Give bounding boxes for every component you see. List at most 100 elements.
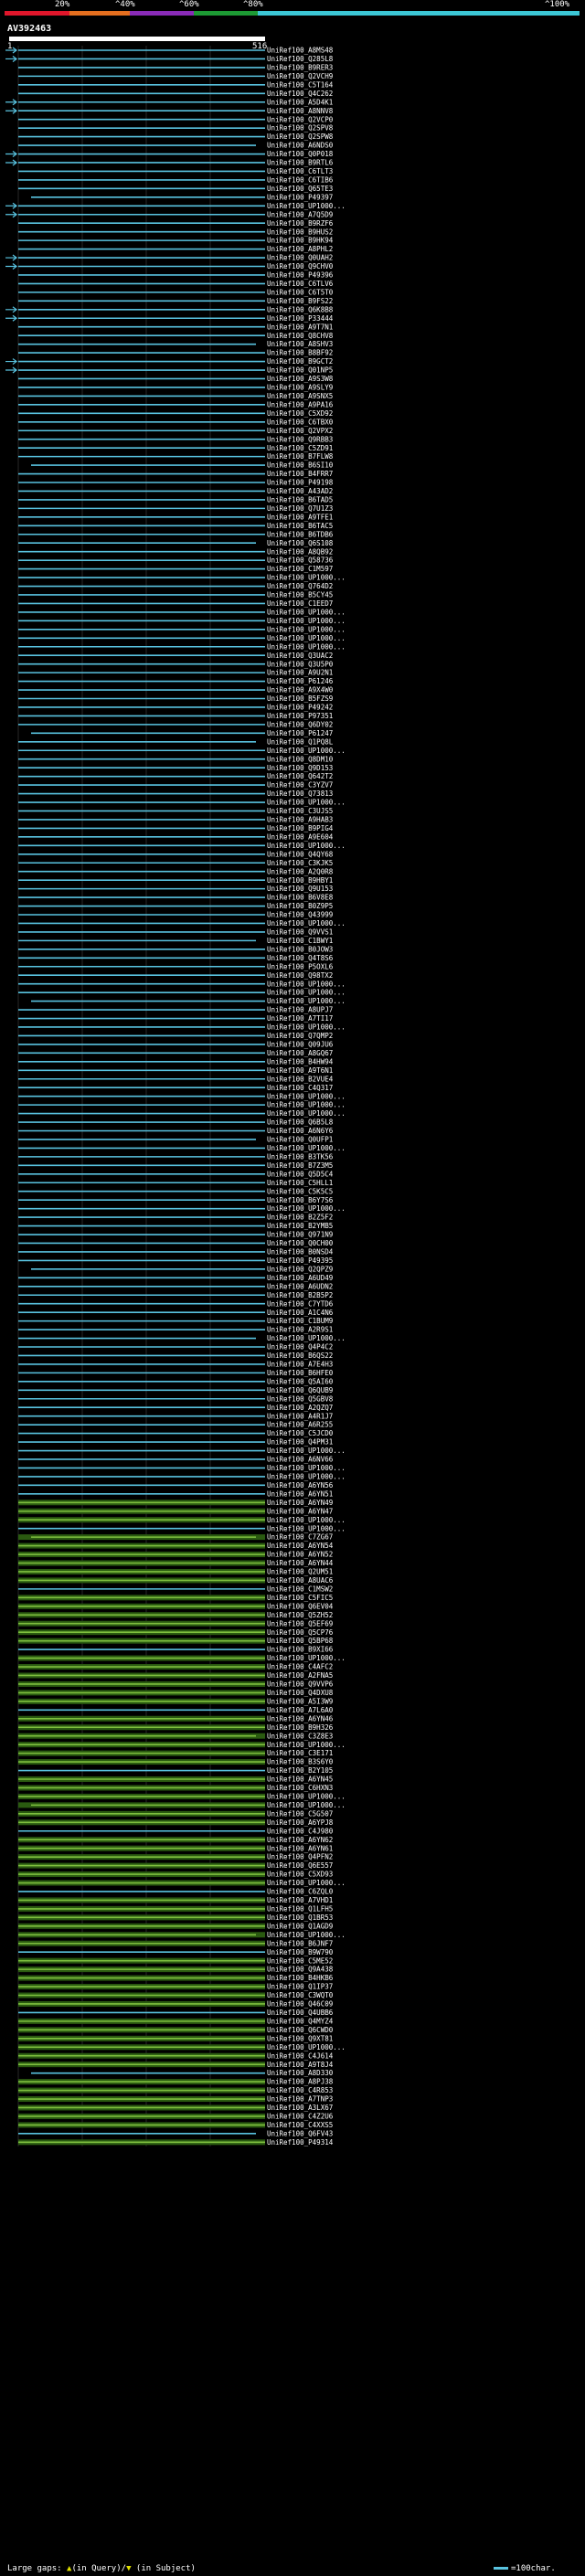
hit-label[interactable]: UniRef100_Q2VPX2 [267,427,333,435]
hit-label[interactable]: UniRef100_C4Z2U6 [267,2113,334,2121]
hit-label[interactable]: UniRef100_Q2UM51 [267,1568,333,1576]
hit-label[interactable]: UniRef100_Q1PQ8L [267,737,334,746]
hit-label[interactable]: UniRef100_A6N6Y6 [267,1127,334,1135]
hit-label[interactable]: UniRef100_Q6CWD0 [267,2026,334,2034]
hit-label[interactable]: UniRef100_P49395 [267,1256,333,1265]
hit-label[interactable]: UniRef100_Q6B5L8 [267,1118,334,1127]
hit-label[interactable]: UniRef100_A6YN56 [267,1481,334,1489]
hit-label[interactable]: UniRef100_Q4DXU8 [267,1689,334,1697]
hit-label[interactable]: UniRef100_A6YN46 [267,1714,334,1723]
hit-label[interactable]: UniRef100_B2VUE4 [267,1075,334,1083]
hit-label[interactable]: UniRef100_C3YZV7 [267,781,333,790]
hit-label[interactable]: UniRef100_C4Q317 [267,1084,333,1092]
hit-label[interactable]: UniRef100_UP1000... [267,1516,346,1524]
hit-label[interactable]: UniRef100_A6YN62 [267,1836,333,1844]
hit-label[interactable]: UniRef100_A6YN47 [267,1507,333,1515]
hit-label[interactable]: UniRef100_A3LX67 [267,2104,333,2112]
hit-label[interactable]: UniRef100_UP1000... [267,989,346,997]
hit-label[interactable]: UniRef100_Q9A438 [267,1966,334,1974]
hit-label[interactable]: UniRef100_Q5GBV8 [267,1394,334,1403]
hit-label[interactable]: UniRef100_UP1000... [267,1464,346,1472]
hit-label[interactable]: UniRef100_B2Y105 [267,1766,333,1775]
hit-label[interactable]: UniRef100_UP1000... [267,634,346,642]
hit-label[interactable]: UniRef100_C5ME52 [267,1956,333,1965]
hit-label[interactable]: UniRef100_B9H326 [267,1723,334,1732]
hit-label[interactable]: UniRef100_A2FNA5 [267,1671,333,1680]
hit-label[interactable]: UniRef100_A7TI17 [267,1014,333,1023]
hit-label[interactable]: UniRef100_B7FLW8 [267,452,334,461]
hit-label[interactable]: UniRef100_A6UD49 [267,1274,333,1282]
hit-label[interactable]: UniRef100_UP1000... [267,1931,346,1939]
hit-label[interactable]: UniRef100_UP1000... [267,2043,346,2051]
hit-label[interactable]: UniRef100_UP1000... [267,625,346,633]
hit-label[interactable]: UniRef100_C1MSW2 [267,1585,333,1593]
hit-label[interactable]: UniRef100_C7ZG67 [267,1533,333,1542]
hit-label[interactable]: UniRef100_Q98TX2 [267,971,333,980]
hit-label[interactable]: UniRef100_B2Z5F2 [267,1214,333,1222]
hit-label[interactable]: UniRef100_P61247 [267,729,333,737]
hit-label[interactable]: UniRef100_C4J980 [267,1827,334,1835]
hit-label[interactable]: UniRef100_C5XD92 [267,409,333,418]
hit-label[interactable]: UniRef100_Q4UBB6 [267,2009,334,2017]
hit-label[interactable]: UniRef100_Q01NP5 [267,366,333,375]
hit-label[interactable]: UniRef100_C6TBX0 [267,418,334,426]
hit-label[interactable]: UniRef100_Q8DM10 [267,755,334,763]
hit-label[interactable]: UniRef100_A9T7N1 [267,323,333,331]
hit-label[interactable]: UniRef100_UP1000... [267,747,346,755]
hit-label[interactable]: UniRef100_C3Z8E3 [267,1732,333,1740]
hit-label[interactable]: UniRef100_Q4T8S6 [267,954,334,962]
hit-label[interactable]: UniRef100_A9E604 [267,832,334,841]
hit-label[interactable]: UniRef100_A8MS48 [267,47,334,55]
hit-label[interactable]: UniRef100_B6JNF7 [267,1939,333,1947]
hit-label[interactable]: UniRef100_Q5AI60 [267,1377,334,1385]
hit-label[interactable]: UniRef100_UP1000... [267,1801,346,1809]
hit-label[interactable]: UniRef100_C1BUM9 [267,1317,333,1325]
hit-label[interactable]: UniRef100_A1C4N6 [267,1309,334,1317]
hit-label[interactable]: UniRef100_UP1000... [267,1092,346,1100]
hit-label[interactable]: UniRef100_A9X4W0 [267,686,334,694]
hit-label[interactable]: UniRef100_B6HFE0 [267,1369,334,1377]
hit-label[interactable]: UniRef100_Q6S108 [267,539,334,547]
hit-label[interactable]: UniRef100_Q764D2 [267,582,333,590]
hit-label[interactable]: UniRef100_Q0UAH2 [267,254,333,262]
hit-label[interactable]: UniRef100_P5OXL6 [267,962,334,970]
hit-label[interactable]: UniRef100_A4R1J7 [267,1412,333,1420]
hit-label[interactable]: UniRef100_C5HLL1 [267,1179,333,1187]
hit-label[interactable]: UniRef100_A9T6N1 [267,1066,333,1075]
hit-label[interactable]: UniRef100_B4HW94 [267,1057,334,1065]
hit-label[interactable]: UniRef100_UP1000... [267,1524,346,1532]
hit-label[interactable]: UniRef100_Q09JU6 [267,1041,334,1049]
hit-label[interactable]: UniRef100_Q3U5P0 [267,660,334,668]
hit-label[interactable]: UniRef100_UP1000... [267,980,346,988]
hit-label[interactable]: UniRef100_UP1000... [267,1023,346,1032]
hit-label[interactable]: UniRef100_C1BWY1 [267,937,333,945]
hit-label[interactable]: UniRef100_A6NV66 [267,1456,334,1464]
hit-label[interactable]: UniRef100_A9HAB3 [267,816,333,824]
hit-label[interactable]: UniRef100_Q5CP76 [267,1628,334,1637]
hit-label[interactable]: UniRef100_Q4PM31 [267,1438,333,1447]
hit-label[interactable]: UniRef100_UP1000... [267,1793,346,1801]
hit-label[interactable]: UniRef100_C6T5T0 [267,288,334,296]
hit-label[interactable]: UniRef100_A7TNP3 [267,2095,333,2104]
hit-label[interactable]: UniRef100_Q2SPV8 [267,124,334,133]
hit-label[interactable]: UniRef100_UP1000... [267,574,346,582]
hit-label[interactable]: UniRef100_C5T164 [267,80,334,89]
hit-label[interactable]: UniRef100_Q73813 [267,790,333,798]
hit-label[interactable]: UniRef100_Q9U153 [267,885,333,893]
hit-label[interactable]: UniRef100_Q642T2 [267,772,333,780]
hit-label[interactable]: UniRef100_UP1000... [267,799,346,807]
hit-label[interactable]: UniRef100_C6HXN3 [267,1784,333,1792]
hit-label[interactable]: UniRef100_P49198 [267,479,334,487]
hit-label[interactable]: UniRef100_Q971N9 [267,1231,333,1239]
hit-label[interactable]: UniRef100_A2R9S1 [267,1326,333,1334]
hit-label[interactable]: UniRef100_B9HK94 [267,237,334,245]
hit-label[interactable]: UniRef100_Q43999 [267,911,333,919]
hit-label[interactable]: UniRef100_Q1BR53 [267,1913,333,1922]
hit-label[interactable]: UniRef100_B6TAC5 [267,522,333,530]
hit-label[interactable]: UniRef100_Q7QMP2 [267,1032,333,1040]
hit-label[interactable]: UniRef100_P33444 [267,314,334,323]
hit-label[interactable]: UniRef100_UP1000... [267,202,346,210]
hit-label[interactable]: UniRef100_UP1000... [267,1334,346,1342]
hit-label[interactable]: UniRef100_A8QB92 [267,547,333,556]
hit-label[interactable]: UniRef100_C3E171 [267,1749,333,1757]
